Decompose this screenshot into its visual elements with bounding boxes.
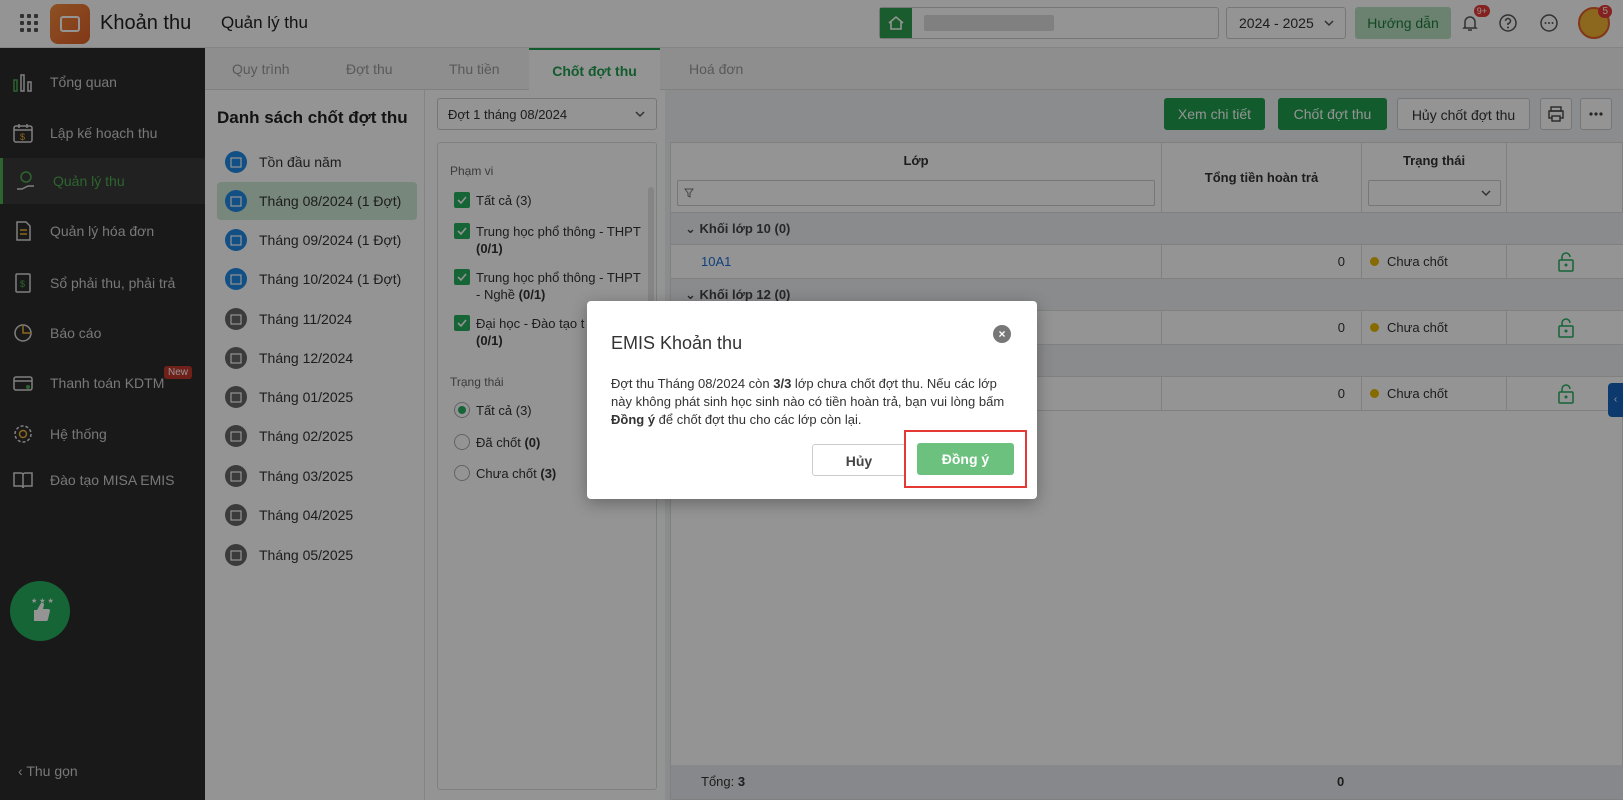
dialog-text-bold: 3/3 (773, 376, 792, 391)
dialog-text: để chốt đợt thu cho các lớp còn lại. (655, 412, 862, 427)
close-icon[interactable]: × (993, 325, 1011, 343)
cancel-button[interactable]: Hủy (812, 444, 906, 476)
dialog-message: Đợt thu Tháng 08/2024 còn 3/3 lớp chưa c… (611, 375, 1016, 429)
agree-button[interactable]: Đồng ý (917, 443, 1014, 475)
dialog-text-bold: Đồng ý (611, 412, 656, 427)
dialog-text: Đợt thu Tháng 08/2024 còn (611, 376, 774, 391)
confirm-dialog: EMIS Khoản thu × Đợt thu Tháng 08/2024 c… (587, 301, 1037, 499)
dialog-title: EMIS Khoản thu (611, 333, 743, 353)
